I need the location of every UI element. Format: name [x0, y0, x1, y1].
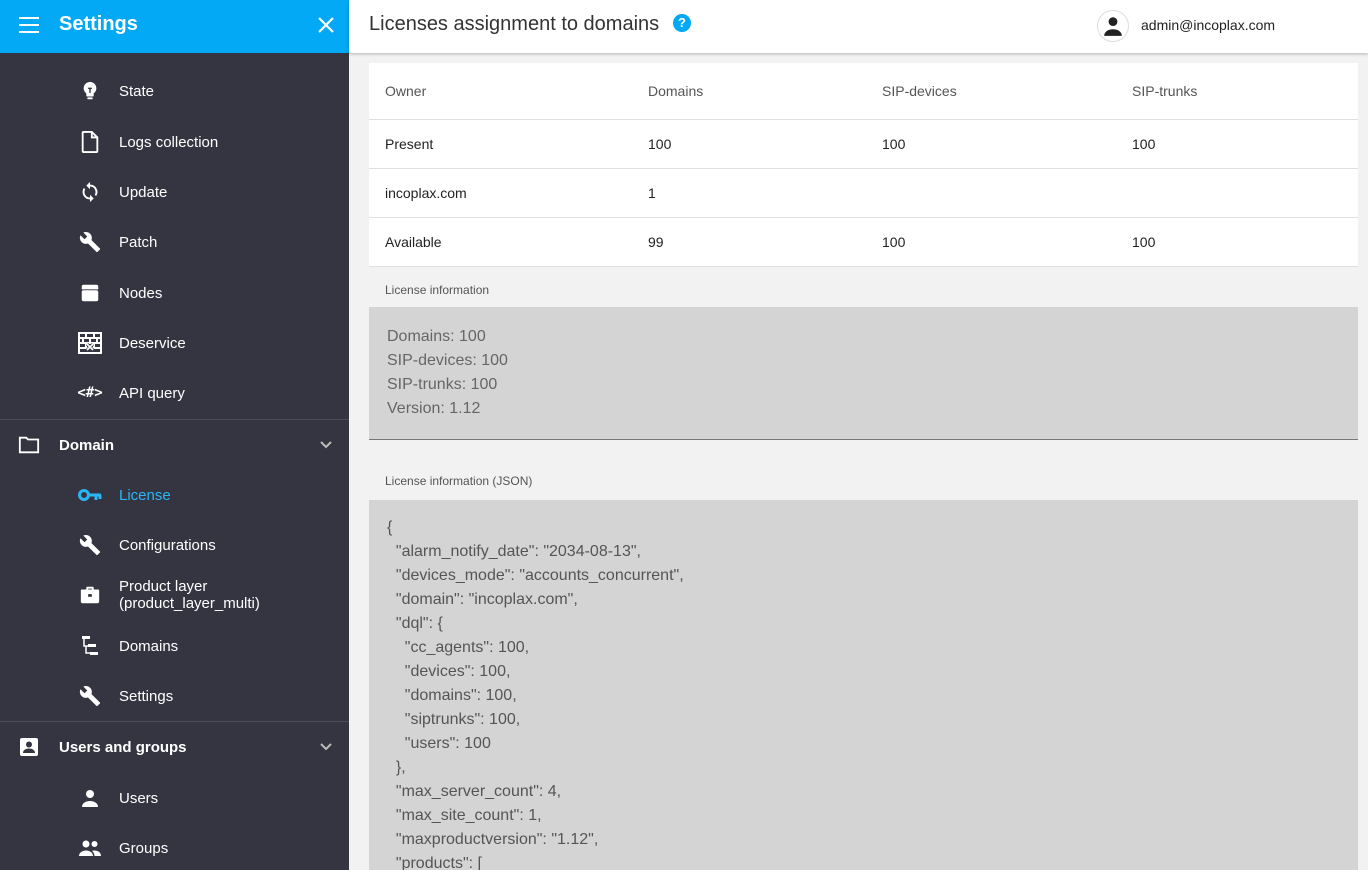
- briefcase-icon: [78, 583, 102, 607]
- sync-icon: [78, 180, 102, 204]
- user-email[interactable]: admin@incoplax.com: [1141, 17, 1275, 33]
- page-title: Licenses assignment to domains: [369, 13, 660, 35]
- avatar[interactable]: [1097, 10, 1129, 42]
- table-cell: Available: [369, 217, 632, 267]
- column-header-sip-trunks[interactable]: SIP-trunks: [1116, 63, 1358, 120]
- sidebar: Settings State Logs collection Update Pa…: [0, 0, 349, 870]
- table-cell: 99: [632, 217, 866, 267]
- sidebar-item-label: License: [119, 486, 171, 504]
- license-info-line: Domains: 100: [387, 327, 486, 345]
- wrench-icon: [78, 230, 102, 254]
- sidebar-item-label: Nodes: [119, 284, 163, 302]
- license-table: Owner Domains SIP-devices SIP-trunks Pre…: [369, 63, 1358, 267]
- sidebar-item-label: Logs collection: [119, 133, 219, 151]
- table-row: Present 100 100 100: [369, 119, 1358, 169]
- column-header-sip-devices[interactable]: SIP-devices: [866, 63, 1116, 120]
- sidebar-item-product-layer[interactable]: Product layer (product_layer_multi): [0, 570, 349, 620]
- license-info-line: Version: 1.12: [387, 399, 481, 417]
- table-cell: 100: [866, 217, 1116, 267]
- main-content: Owner Domains SIP-devices SIP-trunks Pre…: [369, 63, 1358, 870]
- sidebar-group-domain[interactable]: Domain: [0, 420, 349, 470]
- sidebar-group-label: Domain: [59, 436, 115, 454]
- chevron-down-icon[interactable]: [318, 739, 334, 755]
- table-row: incoplax.com 1: [369, 168, 1358, 218]
- license-json-field[interactable]: { "alarm_notify_date": "2034-08-13", "de…: [369, 499, 1358, 870]
- sidebar-item-domains[interactable]: Domains: [0, 621, 349, 671]
- close-icon[interactable]: [316, 15, 336, 35]
- menu-icon[interactable]: [19, 17, 39, 33]
- license-info-line: SIP-devices: 100: [387, 351, 508, 369]
- contact-icon: [18, 736, 40, 758]
- table-cell: Present: [369, 119, 632, 169]
- license-json-label: License information (JSON): [385, 473, 533, 488]
- table-cell: 100: [866, 119, 1116, 169]
- license-info-line: SIP-trunks: 100: [387, 375, 498, 393]
- help-icon[interactable]: ?: [673, 14, 691, 32]
- sidebar-item-label: Patch: [119, 233, 158, 251]
- code-icon: <#>: [77, 385, 103, 401]
- table-cell: incoplax.com: [369, 168, 632, 218]
- sidebar-item-state[interactable]: State: [0, 66, 349, 116]
- sidebar-item-users[interactable]: Users: [0, 773, 349, 823]
- table-row: Available 99 100 100: [369, 217, 1358, 267]
- chevron-down-icon[interactable]: [318, 437, 334, 453]
- sidebar-item-deservice[interactable]: Deservice: [0, 318, 349, 368]
- lightbulb-icon: [78, 79, 102, 103]
- sidebar-item-groups[interactable]: Groups: [0, 823, 349, 870]
- license-info-field[interactable]: Domains: 100 SIP-devices: 100 SIP-trunks…: [369, 306, 1358, 440]
- sidebar-item-label: Update: [119, 183, 168, 201]
- person-icon: [78, 786, 102, 810]
- sidebar-header: Settings: [0, 0, 349, 53]
- sidebar-item-label: Domains: [119, 637, 179, 655]
- sidebar-item-configurations[interactable]: Configurations: [0, 520, 349, 570]
- sidebar-item-logs-collection[interactable]: Logs collection: [0, 117, 349, 167]
- key-icon: [78, 483, 102, 507]
- sidebar-item-settings[interactable]: Settings: [0, 671, 349, 721]
- sidebar-item-label: Configurations: [119, 536, 216, 554]
- sidebar-group-label: Users and groups: [59, 738, 187, 756]
- sidebar-item-label: State: [119, 82, 155, 100]
- sidebar-item-update[interactable]: Update: [0, 167, 349, 217]
- sidebar-item-api-query[interactable]: <#> API query: [0, 368, 349, 418]
- people-icon: [78, 836, 102, 860]
- sidebar-item-label: Product layer (product_layer_multi): [119, 578, 260, 612]
- firewall-icon: [78, 331, 102, 355]
- sidebar-item-label: API query: [119, 384, 185, 402]
- wrench-icon: [78, 684, 102, 708]
- person-icon: [1104, 17, 1122, 36]
- file-icon: [78, 130, 102, 154]
- table-cell: 100: [1116, 119, 1358, 169]
- sidebar-item-label: Groups: [119, 839, 169, 857]
- table-cell: [1116, 168, 1358, 218]
- sidebar-item-license[interactable]: License: [0, 470, 349, 520]
- sidebar-item-nodes[interactable]: Nodes: [0, 268, 349, 318]
- sidebar-group-users-and-groups[interactable]: Users and groups: [0, 722, 349, 772]
- column-header-owner[interactable]: Owner: [369, 63, 632, 120]
- table-cell: [866, 168, 1116, 218]
- sidebar-item-patch[interactable]: Patch: [0, 217, 349, 267]
- sidebar-item-label: Settings: [119, 687, 174, 705]
- table-cell: 1: [632, 168, 866, 218]
- sidebar-title: Settings: [59, 13, 138, 35]
- folder-icon: [18, 434, 40, 456]
- sidebar-item-label: Deservice: [119, 334, 186, 352]
- column-header-domains[interactable]: Domains: [632, 63, 866, 120]
- table-cell: 100: [1116, 217, 1358, 267]
- storage-icon: [78, 281, 102, 305]
- table-cell: 100: [632, 119, 866, 169]
- sidebar-item-label: Users: [119, 789, 159, 807]
- tree-icon: [78, 634, 102, 658]
- wrench-icon: [78, 533, 102, 557]
- license-info-label: License information: [385, 282, 490, 297]
- table-header-row: Owner Domains SIP-devices SIP-trunks: [369, 63, 1358, 120]
- top-bar: Licenses assignment to domains ? admin@i…: [349, 0, 1368, 53]
